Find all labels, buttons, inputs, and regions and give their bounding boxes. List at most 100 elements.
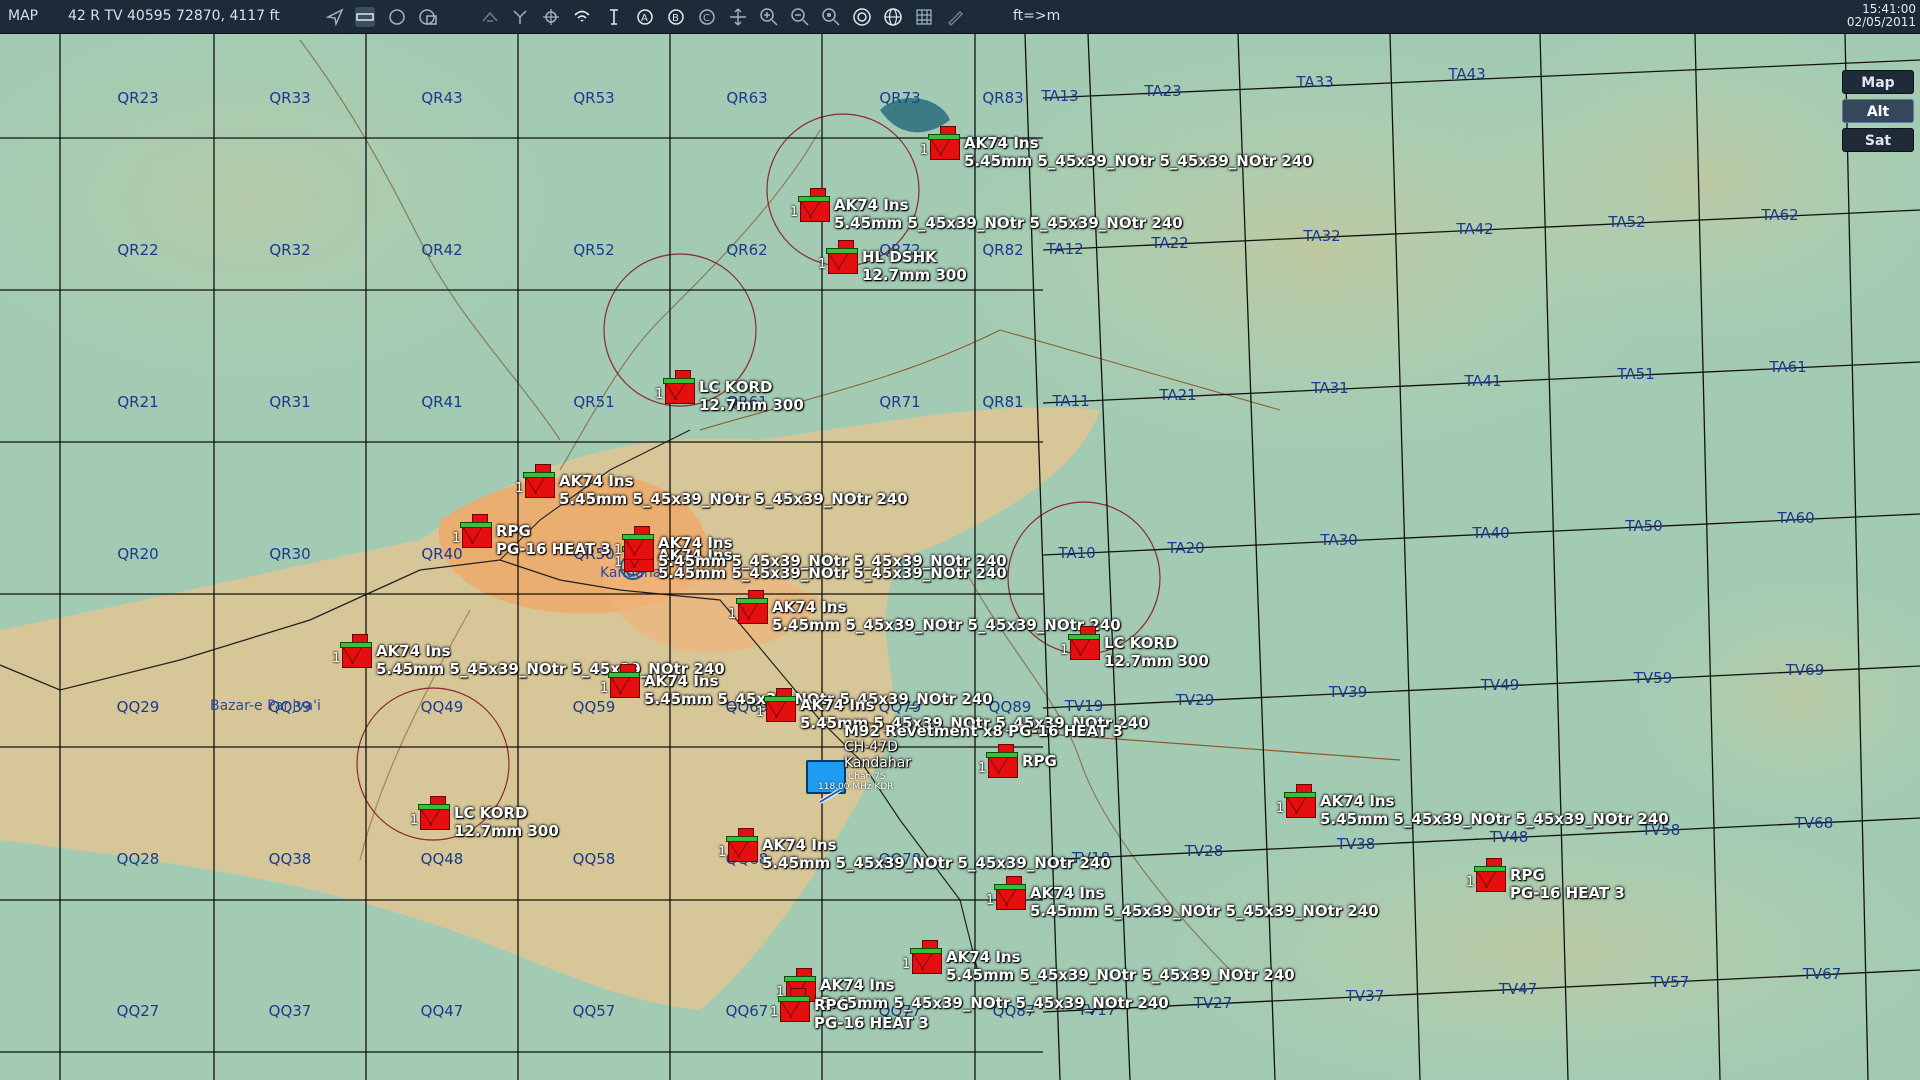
unit-type: AK74 Ins [964, 134, 1039, 152]
zoom-fit-icon[interactable] [821, 7, 841, 27]
enemy-unit-marker[interactable]: 1 [614, 526, 654, 560]
layer-c-icon[interactable]: C [697, 7, 717, 27]
enemy-unit-label: RPG PG-16 HEAT 3 [496, 522, 611, 558]
enemy-unit-label: LC KORD 12.7mm 300 [454, 804, 559, 840]
grid-label: TA30 [1320, 531, 1358, 549]
enemy-unit-marker[interactable]: 1 [1466, 858, 1506, 892]
sat-mode-button[interactable]: Sat [1842, 128, 1914, 152]
unit-count: 1 [452, 531, 461, 546]
grid-label: TA13 [1041, 87, 1079, 105]
alt-mode-button[interactable]: Alt [1842, 99, 1914, 123]
pencil-icon[interactable] [945, 7, 965, 27]
enemy-unit-label: RPG [1022, 752, 1057, 770]
enemy-unit-marker[interactable]: 1 [790, 188, 830, 222]
zoom-out-icon[interactable] [790, 7, 810, 27]
unit-health-bar [1068, 634, 1100, 640]
grid-label: TV47 [1498, 980, 1538, 998]
grid-label: QR62 [726, 241, 768, 259]
enemy-unit-marker[interactable]: 1 [728, 590, 768, 624]
enemy-unit-marker[interactable]: 1 [332, 634, 372, 668]
wifi-icon[interactable] [572, 7, 592, 27]
zoom-in-icon[interactable] [759, 7, 779, 27]
grid-label: TV38 [1336, 835, 1376, 853]
grid-label: TA33 [1296, 73, 1334, 91]
unit-ammo: 5.45mm 5_45x39_NOtr 5_45x39_NOtr 240 [834, 214, 1183, 232]
grid-label: QR41 [421, 393, 463, 411]
unit-type: AK74 Ins [946, 948, 1021, 966]
unit-type: AK74 Ins [644, 672, 719, 690]
units-toggle[interactable]: ft=>m [1013, 8, 1060, 24]
circle-icon[interactable] [387, 7, 407, 27]
unit-ammo: 12.7mm 300 [454, 822, 559, 840]
airport-channel: Chan 75 [848, 772, 886, 782]
unit-count: 1 [410, 813, 419, 828]
grid-label: QQ57 [572, 1002, 616, 1020]
svg-text:A: A [641, 13, 648, 24]
unit-ammo: 12.7mm 300 [699, 396, 804, 414]
polygon-icon[interactable] [418, 7, 438, 27]
enemy-unit-marker[interactable]: 1 [1060, 626, 1100, 660]
grid-label: QR63 [726, 89, 768, 107]
enemy-unit-marker[interactable]: 1 [410, 796, 450, 830]
target-icon[interactable] [541, 7, 561, 27]
map-view[interactable]: QR23 QR33 QR43 QR53 QR63 QR73 QR83 TA13 TA23 TA33… [0, 34, 1920, 1080]
unit-health-bar [784, 976, 816, 982]
grid-label: QQ49 [420, 698, 464, 716]
enemy-unit-marker[interactable]: 1 [770, 988, 810, 1022]
grid-label: TV68 [1794, 814, 1834, 832]
unit-health-bar [798, 196, 830, 202]
enemy-unit-label: AK74 Ins 5.45mm 5_45x39_NOtr 5_45x39_NOtr… [762, 836, 1111, 872]
unit-count: 1 [600, 681, 609, 696]
radar-icon[interactable] [852, 7, 872, 27]
enemy-unit-marker[interactable]: 1 [902, 940, 942, 974]
unit-type: AK74 Ins [762, 836, 837, 854]
enemy-unit-marker[interactable]: 1 [986, 876, 1026, 910]
ruler-icon[interactable] [355, 7, 375, 27]
route-icon[interactable] [510, 7, 530, 27]
pan-icon[interactable] [728, 7, 748, 27]
unit-ammo: 5.45mm 5_45x39_NOtr 5_45x39_NOtr 240 [658, 552, 1007, 570]
enemy-unit-label: RPG PG-16 HEAT 3 [814, 996, 929, 1032]
layer-b-icon[interactable]: B [666, 7, 686, 27]
unit-health-bar [1284, 792, 1316, 798]
enemy-unit-marker[interactable]: 1 [655, 370, 695, 404]
pointer-icon[interactable] [325, 7, 345, 27]
unit-count: 1 [1276, 801, 1285, 816]
grid-label: TV49 [1480, 676, 1520, 694]
grid-label: TA12 [1046, 240, 1084, 258]
grid-label: TA32 [1303, 227, 1341, 245]
grid-label: QR42 [421, 241, 463, 259]
map-mode-panel: Map Alt Sat [1842, 70, 1914, 157]
aircraft-icon[interactable] [480, 7, 500, 27]
tower-icon[interactable] [604, 7, 624, 27]
unit-count: 1 [790, 205, 799, 220]
grid-label: QQ27 [116, 1002, 160, 1020]
unit-health-bar [736, 598, 768, 604]
enemy-unit-marker[interactable]: 1 [718, 828, 758, 862]
grid-icon[interactable] [914, 7, 934, 27]
unit-ammo: 12.7mm 300 [1104, 652, 1209, 670]
enemy-unit-marker[interactable]: 1 [756, 688, 796, 722]
grid-label: TV27 [1193, 994, 1233, 1012]
layer-a-icon[interactable]: A [635, 7, 655, 27]
map-mode-button[interactable]: Map [1842, 70, 1914, 94]
enemy-unit-marker[interactable]: 1 [818, 240, 858, 274]
unit-ammo: PG-16 HEAT 3 [814, 1014, 929, 1032]
clock: 15:41:00 02/05/2011 [1847, 3, 1916, 29]
enemy-unit-marker[interactable]: 1 [452, 514, 492, 548]
enemy-unit-marker[interactable]: 1 [920, 126, 960, 160]
grid-label: TV37 [1345, 987, 1385, 1005]
enemy-unit-label: AK74 Ins 5.45mm 5_45x39_NOtr 5_45x39_NOtr… [834, 196, 1183, 232]
grid-label: QR30 [269, 545, 311, 563]
unit-count: 1 [332, 651, 341, 666]
unit-health-bar [994, 884, 1026, 890]
enemy-unit-marker[interactable]: 1 [978, 744, 1018, 778]
grid-label: TA41 [1464, 372, 1502, 390]
enemy-unit-marker[interactable]: 1 [1276, 784, 1316, 818]
grid-label: TA61 [1769, 358, 1807, 376]
globe-icon[interactable] [883, 7, 903, 27]
grid-label: TA23 [1144, 82, 1182, 100]
unit-count: 1 [770, 1005, 779, 1020]
enemy-unit-marker[interactable]: 1 [600, 664, 640, 698]
enemy-unit-marker[interactable]: 1 [515, 464, 555, 498]
